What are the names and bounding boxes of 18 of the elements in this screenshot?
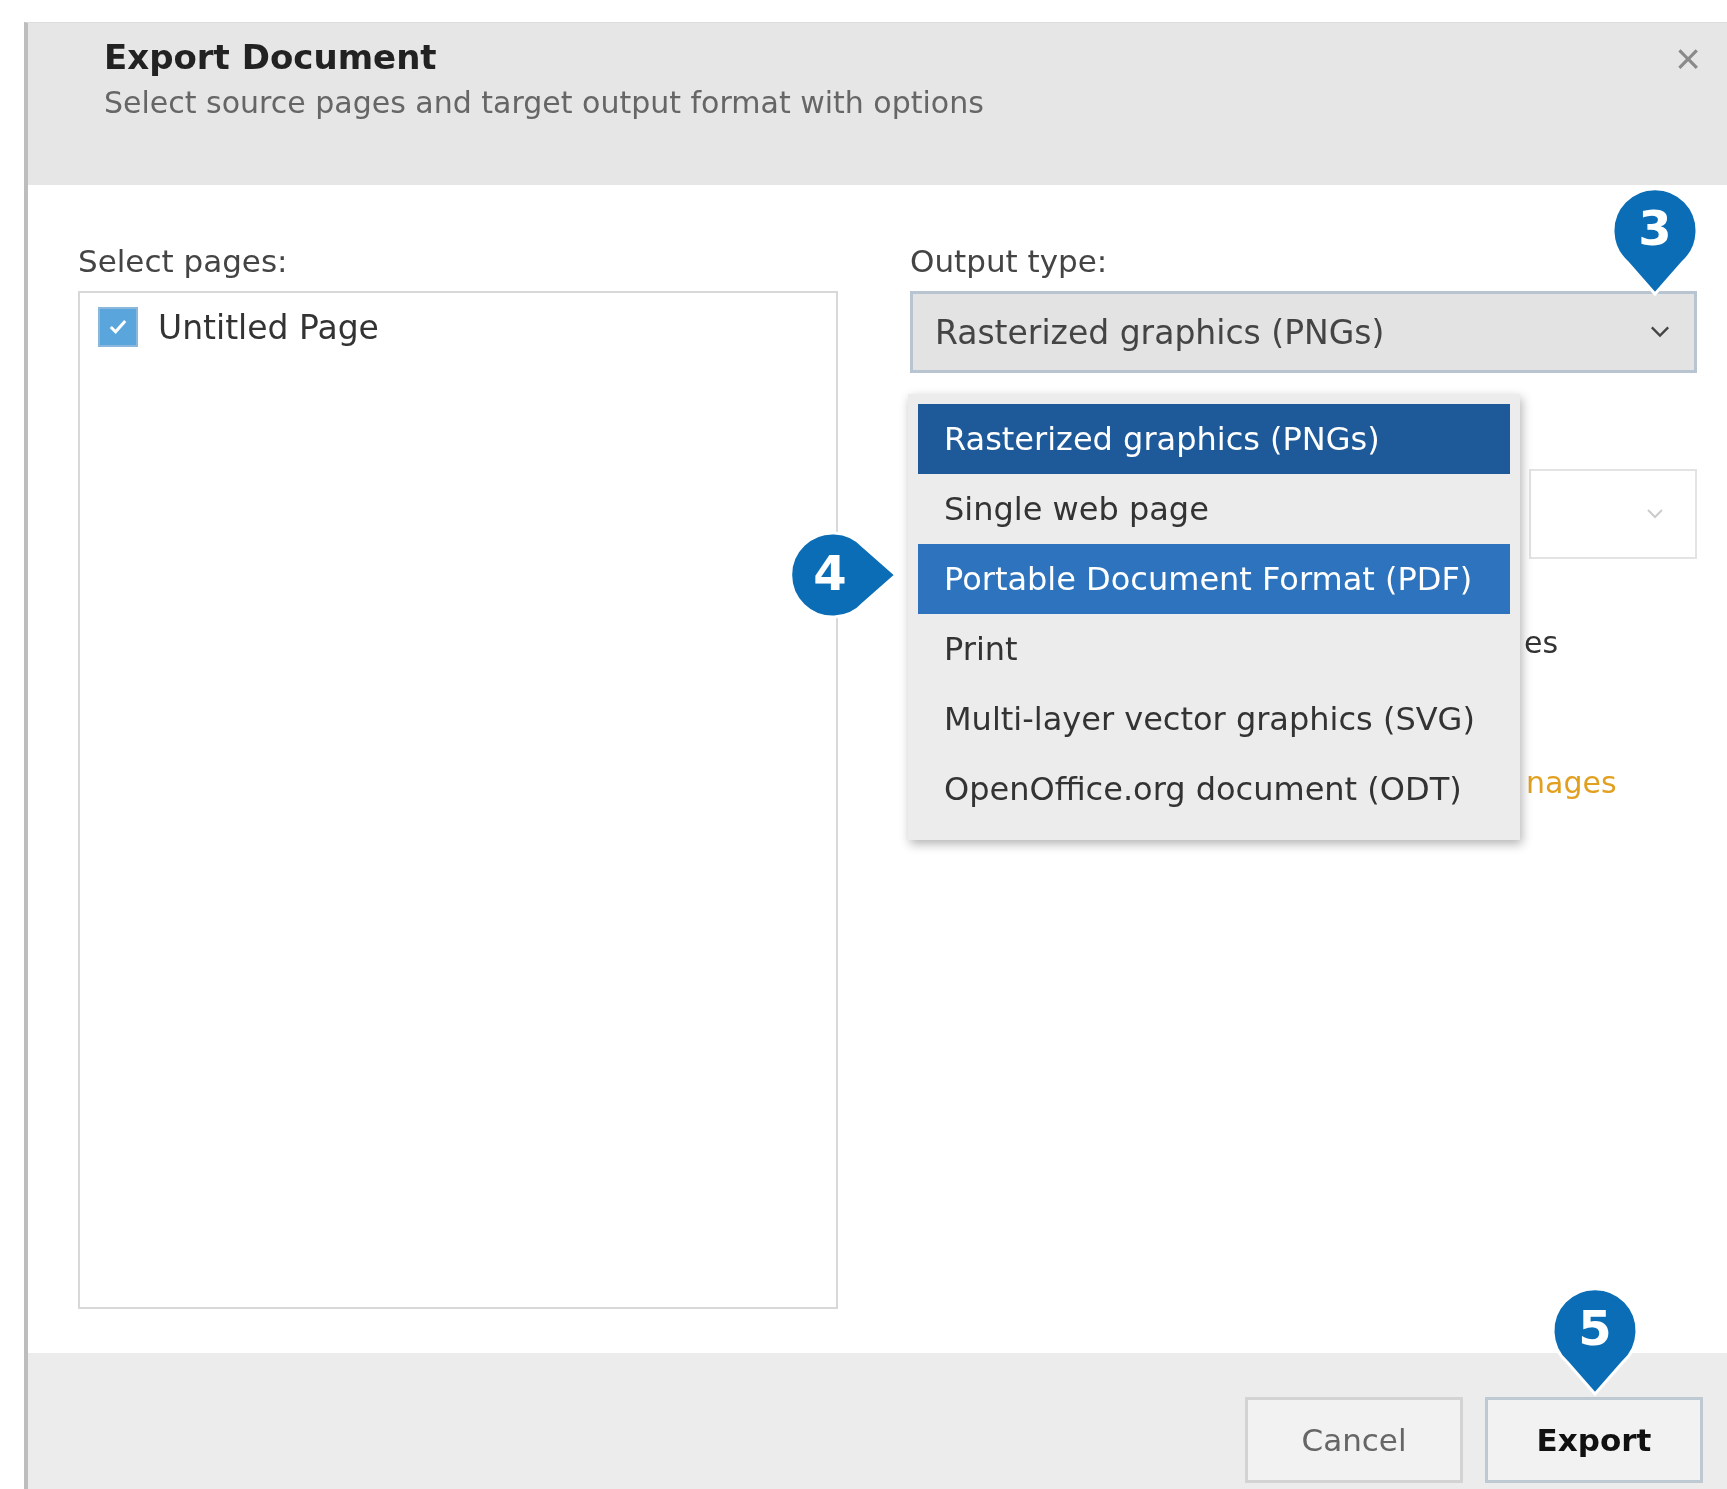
cancel-button[interactable]: Cancel [1245, 1397, 1463, 1483]
dropdown-option[interactable]: Print [918, 614, 1510, 684]
output-type-dropdown[interactable]: Rasterized graphics (PNGs) [910, 291, 1697, 373]
checkbox[interactable] [98, 307, 138, 347]
chevron-down-icon [1645, 508, 1665, 520]
output-type-label: Output type: [910, 243, 1109, 279]
chevron-down-icon [1648, 325, 1672, 339]
dropdown-option[interactable]: Multi-layer vector graphics (SVG) [918, 684, 1510, 754]
dropdown-option[interactable]: OpenOffice.org document (ODT) [918, 754, 1510, 824]
dropdown-option[interactable]: Single web page [918, 474, 1510, 544]
dropdown-option[interactable]: Portable Document Format (PDF) [918, 544, 1510, 614]
dialog-subtitle: Select source pages and target output format with options [104, 85, 984, 120]
dialog-title: Export Document [104, 37, 438, 77]
export-button[interactable]: Export [1485, 1397, 1703, 1483]
partial-label: es [1524, 625, 1559, 660]
page-name[interactable]: Untitled Page [158, 307, 379, 347]
dropdown-option[interactable]: Rasterized graphics (PNGs) [918, 404, 1510, 474]
pages-label: Select pages: [78, 243, 289, 279]
